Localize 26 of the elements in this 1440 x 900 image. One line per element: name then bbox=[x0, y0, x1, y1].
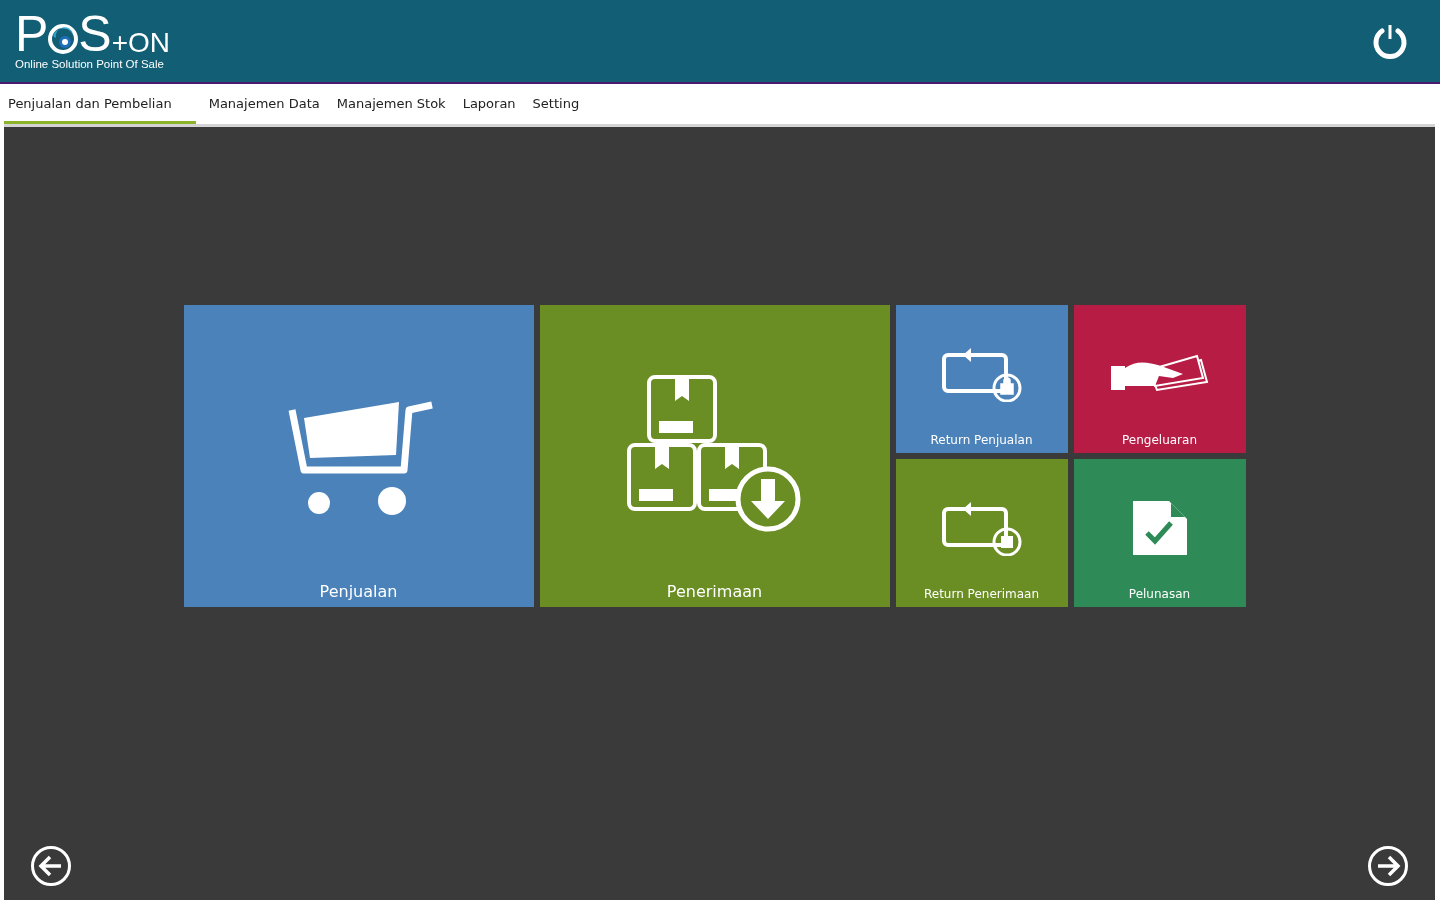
logo-tagline: Online Solution Point Of Sale bbox=[15, 58, 165, 71]
nav-tab[interactable]: Setting bbox=[528, 86, 584, 124]
tile-label: Penerimaan bbox=[666, 581, 763, 603]
logo-letter: S bbox=[78, 11, 112, 56]
document-check-icon bbox=[1132, 501, 1187, 555]
return-barcode-icon bbox=[940, 500, 1023, 556]
nav-tab[interactable]: Manajemen Data bbox=[204, 86, 324, 124]
return-bag-icon bbox=[940, 346, 1023, 402]
tile-label: Return Penjualan bbox=[930, 432, 1033, 449]
menu-tile[interactable]: Return Penjualan bbox=[895, 305, 1068, 453]
nav-tab[interactable]: Manajemen Stok bbox=[332, 86, 450, 124]
nav-tab[interactable]: Laporan bbox=[458, 86, 520, 124]
menu-tile[interactable]: Return Penerimaan bbox=[895, 459, 1068, 607]
tile-label: Pelunasan bbox=[1128, 586, 1191, 603]
logo-letter: P bbox=[15, 11, 49, 56]
tile-label: Penjualan bbox=[319, 581, 398, 603]
logo-circle-icon bbox=[48, 23, 79, 54]
power-icon[interactable] bbox=[1372, 23, 1408, 59]
tile-label: Return Penerimaan bbox=[923, 586, 1040, 603]
menu-tile[interactable]: Penerimaan bbox=[539, 305, 890, 607]
tile-label: Pengeluaran bbox=[1122, 432, 1197, 449]
menu-tile[interactable]: Penjualan bbox=[183, 305, 534, 607]
hand-money-icon bbox=[1110, 354, 1209, 394]
logo-suffix: +ON bbox=[111, 29, 171, 56]
menu-tile[interactable]: Pengeluaran bbox=[1073, 305, 1246, 453]
menu-tile[interactable]: Pelunasan bbox=[1073, 459, 1246, 607]
